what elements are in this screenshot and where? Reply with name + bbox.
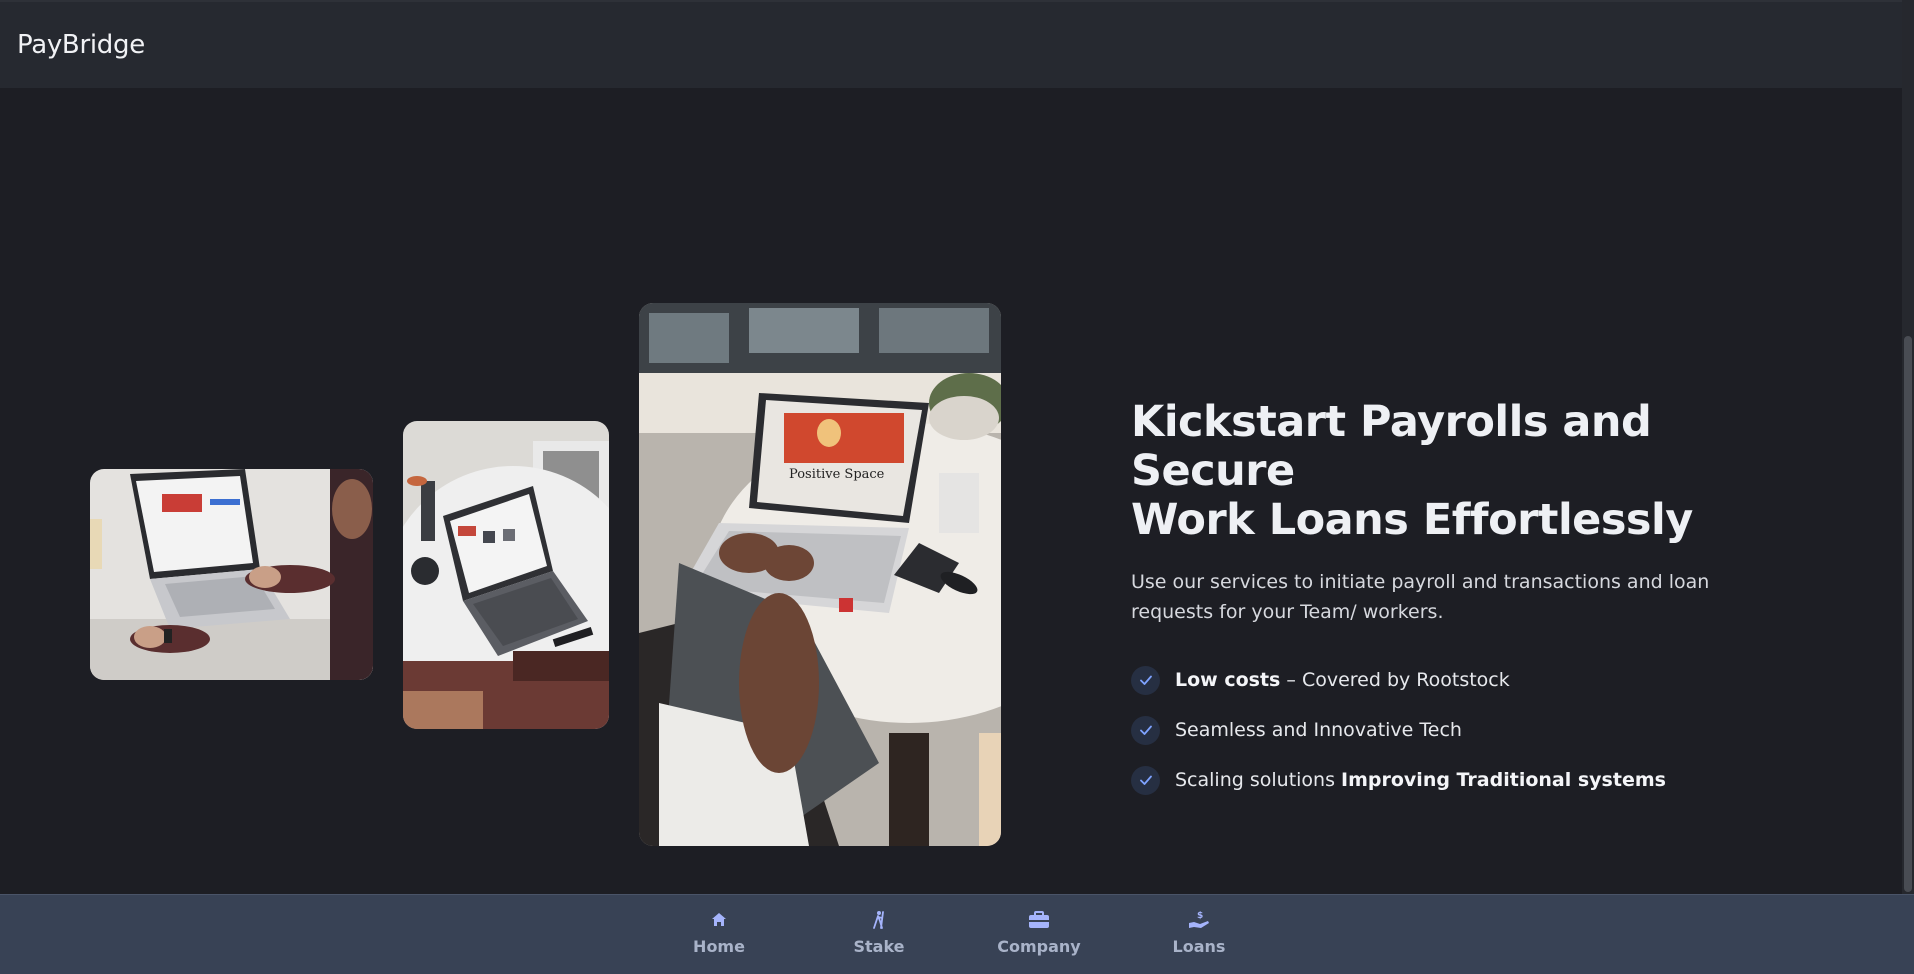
feature-text: – Covered by Rootstock <box>1280 669 1510 691</box>
nav-item-loans[interactable]: $ Loans <box>1144 909 1254 956</box>
nav-label-loans: Loans <box>1172 937 1226 956</box>
nav-label-home: Home <box>693 937 745 956</box>
photo-laptop-desk-man <box>90 469 373 680</box>
home-icon <box>710 909 728 931</box>
nav-label-stake: Stake <box>853 937 905 956</box>
scrollbar-thumb[interactable] <box>1904 336 1912 892</box>
svg-text:$: $ <box>1197 911 1203 921</box>
feature-bold-text: Improving Traditional systems <box>1341 769 1666 791</box>
loan-hand-icon: $ <box>1188 909 1210 931</box>
brand-logo-text[interactable]: PayBridge <box>17 30 145 60</box>
feature-item-low-costs: Low costs – Covered by Rootstock <box>1131 655 1771 705</box>
nav-item-stake[interactable]: Stake <box>824 909 934 956</box>
nav-label-company: Company <box>997 937 1081 956</box>
hero-subtext: Use our services to initiate payroll and… <box>1131 571 1710 623</box>
check-icon <box>1131 665 1160 695</box>
bottom-nav-bar: Home Stake Company $ Loans <box>0 894 1914 974</box>
nav-item-home[interactable]: Home <box>664 909 774 956</box>
scrollbar[interactable] <box>1902 0 1914 894</box>
hero-headline-line-1: Kickstart Payrolls and Secure <box>1131 397 1652 496</box>
feature-list: Low costs – Covered by Rootstock Seamles… <box>1131 655 1771 805</box>
hero-text-block: Kickstart Payrolls and Secure Work Loans… <box>1131 398 1771 805</box>
laptop-screen-text: Positive Space <box>789 467 885 482</box>
hero-headline: Kickstart Payrolls and Secure Work Loans… <box>1131 398 1771 545</box>
check-icon <box>1131 715 1160 745</box>
photo-woman-typing-laptop: Positive Space <box>639 303 1001 846</box>
feature-text: Seamless and Innovative Tech <box>1175 719 1462 741</box>
stake-icon <box>870 909 888 931</box>
photo-laptop-table-top <box>403 421 609 729</box>
check-icon <box>1131 765 1160 795</box>
nav-item-company[interactable]: Company <box>984 909 1094 956</box>
hero-headline-line-2: Work Loans Effortlessly <box>1131 495 1693 545</box>
feature-item-scaling: Scaling solutions Improving Traditional … <box>1131 755 1771 805</box>
briefcase-icon <box>1028 909 1050 931</box>
feature-item-seamless: Seamless and Innovative Tech <box>1131 705 1771 755</box>
feature-text: Scaling solutions <box>1175 769 1342 791</box>
top-bar: PayBridge <box>0 0 1902 88</box>
feature-bold-text: Low costs <box>1175 669 1281 691</box>
